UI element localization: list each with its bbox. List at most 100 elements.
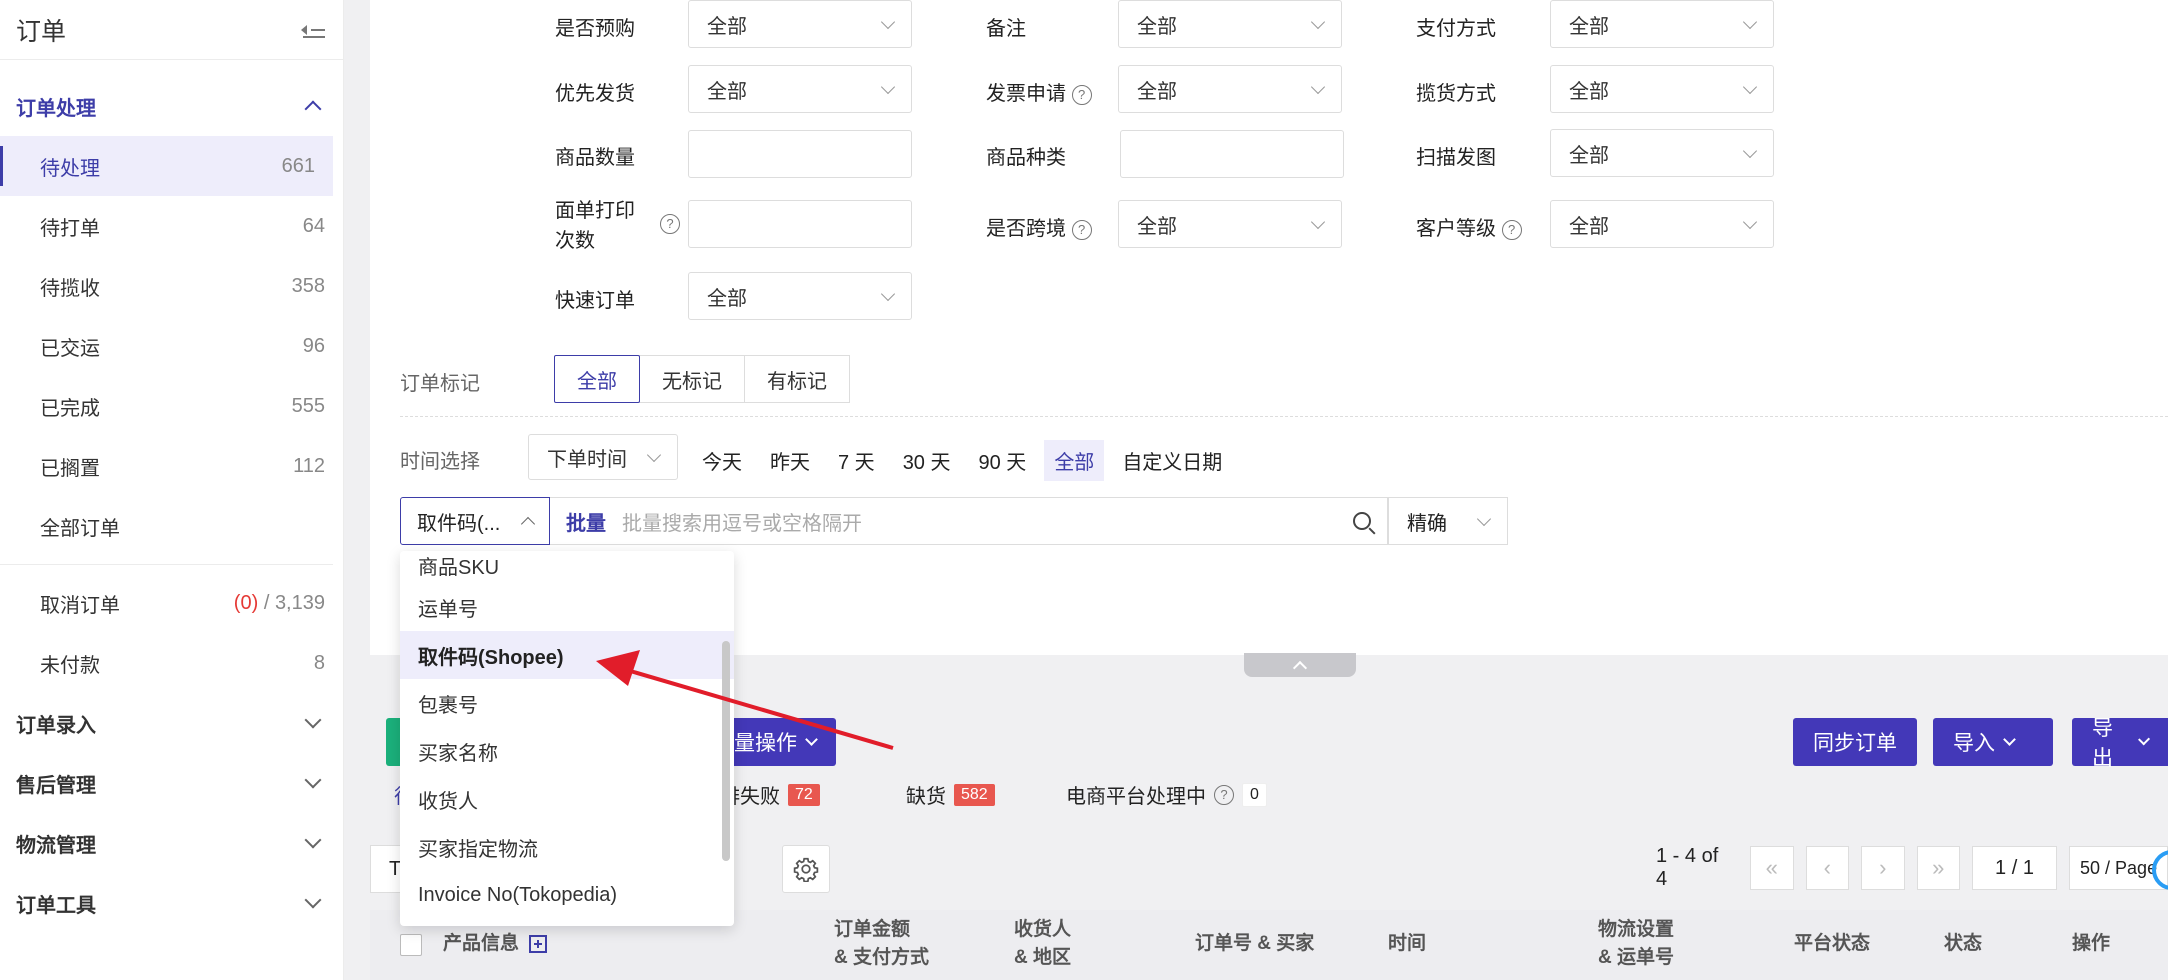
dropdown-option-package-no[interactable]: 包裹号 bbox=[400, 679, 734, 727]
sidebar-item-unpaid[interactable]: 未付款 8 bbox=[0, 633, 343, 693]
sidebar-group-order-entry[interactable]: 订单录入 bbox=[0, 693, 343, 753]
batch-search-toggle[interactable]: 批量 bbox=[566, 507, 606, 536]
select-value: 全部 bbox=[707, 80, 747, 103]
time-option-custom[interactable]: 自定义日期 bbox=[1112, 440, 1232, 481]
dropdown-option-buyer-name[interactable]: 买家名称 bbox=[400, 727, 734, 775]
sidebar-group-order-processing[interactable]: 订单处理 bbox=[0, 76, 343, 136]
time-type-select[interactable]: 下单时间 bbox=[528, 434, 678, 480]
col-product: 产品信息 bbox=[443, 930, 548, 958]
match-mode-select[interactable]: 精确 bbox=[1388, 497, 1508, 545]
filter-label-payment: 支付方式 bbox=[1416, 18, 1496, 40]
time-option-90d[interactable]: 90 天 bbox=[969, 440, 1037, 481]
help-icon[interactable]: ? bbox=[1071, 84, 1092, 105]
sidebar-item-count: 64 bbox=[302, 214, 325, 237]
count-separator: / bbox=[263, 591, 270, 614]
status-filter-platform[interactable]: 电商平台处理中? 0 bbox=[1066, 780, 1267, 809]
help-icon[interactable]: ? bbox=[1214, 784, 1234, 805]
sidebar-group-logistics[interactable]: 物流管理 bbox=[0, 813, 343, 873]
export-button[interactable]: 导出 bbox=[2072, 717, 2168, 770]
dropdown-scrollbar[interactable] bbox=[722, 641, 730, 861]
sidebar-item-label: 已完成 bbox=[40, 397, 100, 420]
page-number-input[interactable]: 1 / 1 bbox=[1972, 846, 2058, 890]
pickup-select[interactable]: 全部 bbox=[1550, 65, 1774, 113]
col-status: 状态 bbox=[1944, 933, 1983, 954]
mark-option-all[interactable]: 全部 bbox=[554, 355, 640, 403]
dropdown-option-buyer-logistics[interactable]: 买家指定物流 bbox=[400, 823, 734, 871]
col-platform-status: 平台状态 bbox=[1794, 933, 1871, 954]
sidebar-item-to-pickup[interactable]: 待揽收 358 bbox=[0, 256, 343, 316]
import-button[interactable]: 导入 bbox=[1933, 718, 2053, 766]
sidebar-item-on-hold[interactable]: 已搁置 112 bbox=[0, 436, 343, 496]
select-all-checkbox[interactable] bbox=[400, 934, 422, 956]
dropdown-option-invoice-no[interactable]: Invoice No(Tokopedia) bbox=[400, 871, 734, 919]
time-option-30d[interactable]: 30 天 bbox=[893, 440, 961, 481]
next-page-button[interactable]: › bbox=[1861, 846, 1905, 890]
invoice-select[interactable]: 全部 bbox=[1118, 65, 1342, 113]
presale-select[interactable]: 全部 bbox=[688, 0, 912, 48]
sidebar-group-after-sales[interactable]: 售后管理 bbox=[0, 753, 343, 813]
scan-select[interactable]: 全部 bbox=[1550, 129, 1774, 177]
prev-page-button[interactable]: ‹ bbox=[1805, 846, 1849, 890]
time-option-yesterday[interactable]: 昨天 bbox=[760, 440, 820, 481]
sidebar-item-to-print[interactable]: 待打单 64 bbox=[0, 196, 343, 256]
dropdown-option-receiver[interactable]: 收货人 bbox=[400, 775, 734, 823]
collapse-sidebar-icon[interactable] bbox=[301, 19, 325, 41]
search-type-select[interactable]: 取件码(... bbox=[400, 497, 550, 545]
chevron-down-icon bbox=[1476, 511, 1492, 526]
search-input[interactable]: 批量 批量搜索用逗号或空格隔开 bbox=[550, 497, 1388, 545]
filter-label-presale: 是否预购 bbox=[555, 18, 635, 40]
sidebar-item-shipped[interactable]: 已交运 96 bbox=[0, 316, 343, 376]
sidebar-item-label: 待打单 bbox=[40, 217, 100, 240]
sync-orders-button[interactable]: 同步订单 bbox=[1793, 718, 1917, 766]
priority-select[interactable]: 全部 bbox=[688, 65, 912, 113]
column-settings-button[interactable] bbox=[782, 845, 830, 893]
chevron-down-icon bbox=[304, 831, 322, 849]
status-label: 电商平台处理中 bbox=[1066, 786, 1206, 808]
help-icon[interactable]: ? bbox=[1501, 219, 1522, 240]
qty-input[interactable] bbox=[688, 130, 912, 178]
sidebar-item-cancelled[interactable]: 取消订单 (0) / 3,139 bbox=[0, 573, 343, 633]
quick-order-select[interactable]: 全部 bbox=[688, 272, 912, 320]
chevron-up-icon bbox=[520, 516, 536, 532]
mark-option-marked[interactable]: 有标记 bbox=[744, 355, 850, 403]
mark-option-unmarked[interactable]: 无标记 bbox=[639, 355, 745, 403]
sidebar-item-count: (0) / 3,139 bbox=[234, 592, 325, 615]
cross-border-select[interactable]: 全部 bbox=[1118, 200, 1342, 248]
remark-select[interactable]: 全部 bbox=[1118, 0, 1342, 48]
kinds-input[interactable] bbox=[1120, 130, 1344, 178]
filter-label-remark: 备注 bbox=[986, 18, 1026, 40]
dropdown-option-sku[interactable]: 商品SKU bbox=[400, 551, 734, 583]
add-column-icon[interactable] bbox=[529, 934, 548, 953]
time-option-today[interactable]: 今天 bbox=[692, 440, 752, 481]
filter-label-cross-border: 是否跨境 ? bbox=[986, 212, 1092, 241]
status-filter-fail[interactable]: 排失败 72 bbox=[720, 780, 820, 809]
first-page-button[interactable]: « bbox=[1750, 846, 1794, 890]
time-option-7d[interactable]: 7 天 bbox=[828, 440, 885, 481]
chevron-down-icon bbox=[880, 286, 896, 301]
help-icon[interactable]: ? bbox=[660, 214, 680, 234]
sidebar-item-all-orders[interactable]: 全部订单 bbox=[0, 496, 343, 556]
label-text: 客户等级 bbox=[1416, 218, 1496, 240]
payment-select[interactable]: 全部 bbox=[1550, 0, 1774, 48]
dropdown-option-pickup-code[interactable]: 取件码(Shopee) bbox=[400, 631, 734, 679]
chevron-up-icon bbox=[1292, 660, 1308, 675]
search-icon[interactable] bbox=[1353, 512, 1371, 530]
select-value: 全部 bbox=[1569, 144, 1609, 167]
time-option-all[interactable]: 全部 bbox=[1044, 440, 1105, 481]
search-row: 取件码(... 批量 批量搜索用逗号或空格隔开 精确 bbox=[400, 497, 1508, 545]
filter-label-pickup: 揽货方式 bbox=[1416, 83, 1496, 105]
collapse-filters-button[interactable] bbox=[1244, 653, 1356, 677]
help-icon[interactable]: ? bbox=[1071, 219, 1092, 240]
chevron-down-icon bbox=[1310, 14, 1326, 29]
status-filter-stockout[interactable]: 缺货 582 bbox=[906, 780, 995, 809]
dropdown-option-tracking-no[interactable]: 运单号 bbox=[400, 583, 734, 631]
chevron-down-icon bbox=[1310, 79, 1326, 94]
sidebar-item-pending[interactable]: 待处理 661 bbox=[0, 136, 333, 196]
customer-level-select[interactable]: 全部 bbox=[1550, 200, 1774, 248]
sidebar-item-completed[interactable]: 已完成 555 bbox=[0, 376, 343, 436]
chevron-down-icon bbox=[805, 733, 818, 746]
last-page-button[interactable]: » bbox=[1916, 846, 1960, 890]
filter-label-time: 时间选择 bbox=[400, 451, 480, 473]
print-times-input[interactable] bbox=[688, 200, 912, 248]
sidebar-group-order-tools[interactable]: 订单工具 bbox=[0, 873, 343, 933]
